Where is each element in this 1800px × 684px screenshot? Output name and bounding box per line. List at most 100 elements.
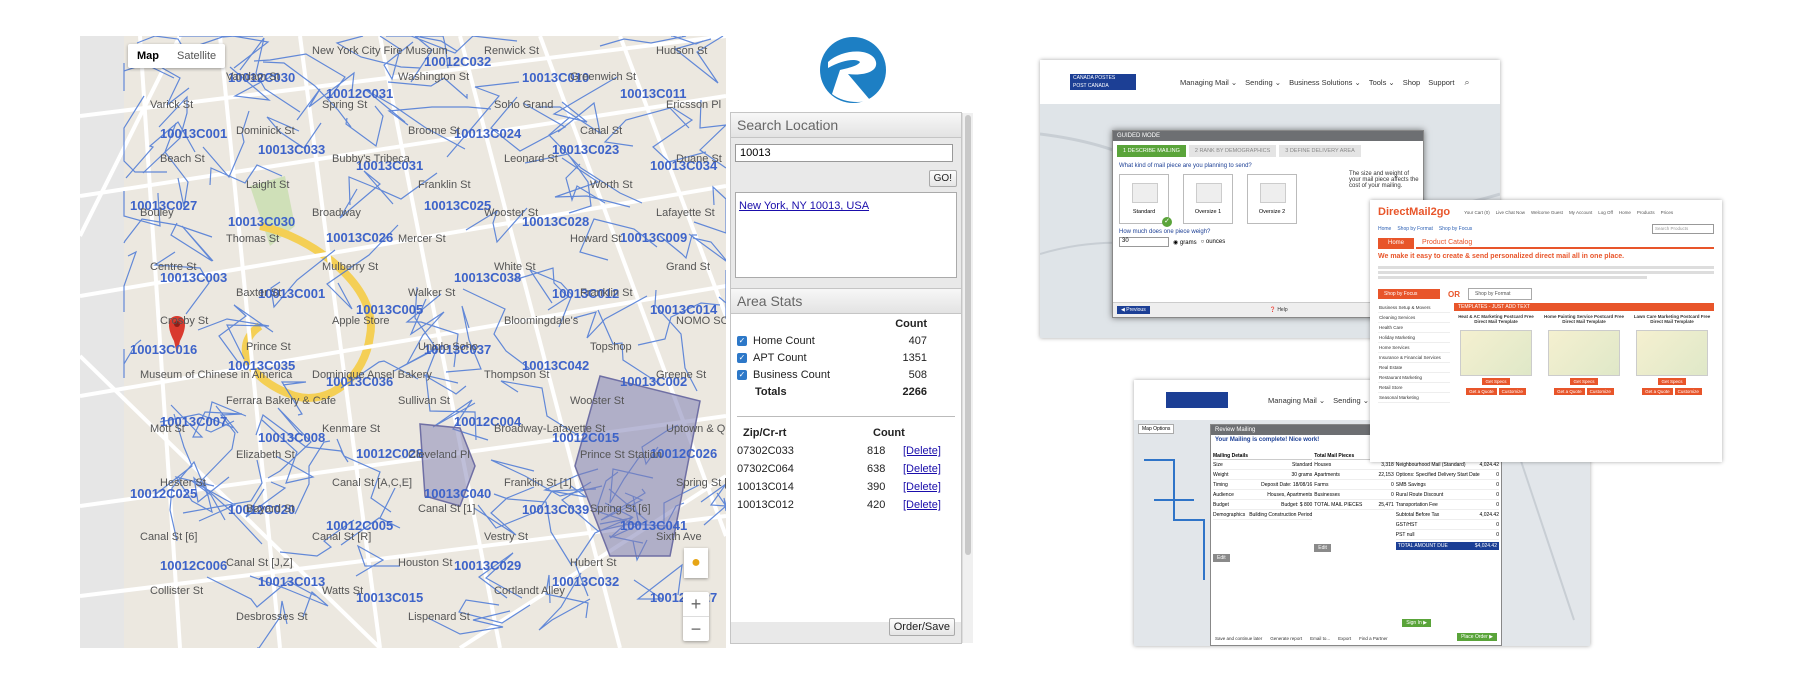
cp2-nav-item[interactable]: Sending ⌄: [1333, 396, 1369, 405]
get-quote-button[interactable]: Get a Quote: [1642, 388, 1673, 395]
dm-category-item[interactable]: Business Setup & Movers: [1378, 303, 1450, 313]
edit-button[interactable]: Edit: [1314, 544, 1331, 552]
delete-link[interactable]: [Delete]: [903, 463, 941, 475]
footer-action[interactable]: Save and continue later: [1215, 636, 1262, 641]
zip-route-label[interactable]: 10013C001: [160, 126, 227, 141]
dm-category-item[interactable]: Health Care: [1378, 323, 1450, 333]
dm-top-link[interactable]: Your Cart (0): [1464, 210, 1490, 215]
step-tab[interactable]: 1 DESCRIBE MAILING: [1117, 145, 1186, 157]
ounces-radio[interactable]: ○ ounces: [1201, 239, 1226, 245]
get-specs-button[interactable]: Get Specs: [1482, 378, 1510, 385]
zoom-in-button[interactable]: +: [683, 592, 709, 616]
footer-action[interactable]: Email to...: [1310, 636, 1330, 641]
go-button[interactable]: GO!: [928, 170, 957, 187]
search-icon[interactable]: ⌕: [1465, 77, 1470, 88]
footer-action[interactable]: Generate report: [1270, 636, 1302, 641]
dm-product-card[interactable]: Home Painting Service Postcard Free Dire…: [1542, 314, 1626, 395]
dm-category-item[interactable]: Cleaning Services: [1378, 313, 1450, 323]
shop-by-focus-dropdown[interactable]: Shop by Focus: [1378, 289, 1440, 299]
dm-top-link[interactable]: Live Chat Now: [1496, 210, 1525, 215]
get-quote-button[interactable]: Get a Quote: [1554, 388, 1585, 395]
dm-top-link[interactable]: Prices: [1661, 210, 1674, 215]
weight-input[interactable]: 30: [1119, 237, 1169, 247]
sign-in-button[interactable]: Sign In ▶: [1402, 619, 1431, 627]
dm-nav-link[interactable]: Shop by Focus: [1439, 226, 1472, 232]
cp-nav-item[interactable]: Business Solutions ⌄: [1289, 78, 1361, 87]
dm-product-card[interactable]: Lawn Care Marketing Postcard Free Direct…: [1630, 314, 1714, 395]
delete-link[interactable]: [Delete]: [903, 499, 941, 511]
customize-button[interactable]: Customize: [1498, 388, 1526, 395]
zip-route-label[interactable]: 10013C030: [228, 214, 295, 229]
edit-button[interactable]: Edit: [1213, 554, 1230, 562]
checkbox[interactable]: ✓: [737, 336, 747, 346]
search-input[interactable]: 10013: [735, 144, 953, 162]
zip-route-label[interactable]: 10013C013: [258, 574, 325, 589]
zip-route-label[interactable]: 10013C033: [258, 142, 325, 157]
map-type-satellite-button[interactable]: Satellite: [168, 44, 225, 68]
order-save-button[interactable]: Order/Save: [888, 618, 955, 636]
zip-route-label[interactable]: 10013C023: [552, 142, 619, 157]
zip-route-label[interactable]: 10013C008: [258, 430, 325, 445]
zip-route-label[interactable]: 10012C006: [160, 558, 227, 573]
mail-piece-option[interactable]: Oversize 1: [1183, 174, 1233, 224]
street-map[interactable]: 10012C02910012C03010012C03110012C0321001…: [80, 36, 726, 648]
map-view[interactable]: 10012C02910012C03010012C03110012C0321001…: [80, 36, 726, 648]
zip-route-label[interactable]: 10013C025: [424, 198, 491, 213]
map-options-button[interactable]: Map Options: [1138, 424, 1175, 434]
search-result-link[interactable]: New York, NY 10013, USA: [739, 200, 869, 212]
dm-category-item[interactable]: Insurance & Financial Services: [1378, 353, 1450, 363]
step-tab[interactable]: 2 RANK BY DEMOGRAPHICS: [1188, 145, 1277, 157]
cp-nav-item[interactable]: Sending ⌄: [1245, 78, 1281, 87]
dm-category-item[interactable]: Real Estate: [1378, 363, 1450, 373]
dm-category-item[interactable]: Home Services: [1378, 343, 1450, 353]
checkbox[interactable]: ✓: [737, 370, 747, 380]
scrollbar[interactable]: [962, 113, 973, 643]
dm-tab-catalog[interactable]: Product Catalog: [1416, 238, 1714, 249]
dm-category-item[interactable]: Holiday Marketing: [1378, 333, 1450, 343]
mail-piece-option[interactable]: Oversize 2: [1247, 174, 1297, 224]
dm-top-link[interactable]: My Account: [1569, 210, 1592, 215]
zip-route-label[interactable]: 10013C039: [522, 502, 589, 517]
zip-route-label[interactable]: 10013C026: [326, 230, 393, 245]
customize-button[interactable]: Customize: [1586, 388, 1614, 395]
dm-top-link[interactable]: Log Off: [1598, 210, 1613, 215]
mail-piece-option[interactable]: Standard ✓: [1119, 174, 1172, 227]
zip-route-label[interactable]: 10013C016: [130, 342, 197, 357]
grams-radio[interactable]: ◉ grams: [1173, 239, 1197, 246]
zip-route-label[interactable]: 10013C015: [356, 590, 423, 605]
footer-action[interactable]: Export: [1338, 636, 1351, 641]
zoom-out-button[interactable]: −: [683, 616, 709, 641]
dm-search-input[interactable]: Search Products: [1652, 224, 1714, 234]
footer-action[interactable]: Find a Partner: [1359, 636, 1388, 641]
checkbox[interactable]: ✓: [737, 353, 747, 363]
dm-top-link[interactable]: Home: [1619, 210, 1631, 215]
cp-nav-item[interactable]: Shop: [1403, 78, 1421, 87]
step-tab[interactable]: 3 DEFINE DELIVERY AREA: [1279, 145, 1361, 157]
get-quote-button[interactable]: Get a Quote: [1466, 388, 1497, 395]
help-link[interactable]: ❓ Help: [1270, 307, 1288, 313]
get-specs-button[interactable]: Get Specs: [1658, 378, 1686, 385]
cp-nav-item[interactable]: Tools ⌄: [1369, 78, 1395, 87]
previous-button[interactable]: ◀ Previous: [1117, 306, 1150, 314]
dm-category-item[interactable]: Retail Store: [1378, 383, 1450, 393]
dm-top-link[interactable]: Products: [1637, 210, 1655, 215]
zip-route-label[interactable]: 10013C040: [424, 486, 491, 501]
cp2-nav-item[interactable]: Managing Mail ⌄: [1268, 396, 1325, 405]
map-type-map-button[interactable]: Map: [128, 44, 168, 68]
place-order-button[interactable]: Place Order ▶: [1457, 633, 1497, 641]
zip-route-label[interactable]: 10013C024: [454, 126, 522, 141]
get-specs-button[interactable]: Get Specs: [1570, 378, 1598, 385]
delete-link[interactable]: [Delete]: [903, 481, 941, 493]
dm-category-item[interactable]: Seasonal Marketing: [1378, 393, 1450, 403]
street-view-pegman-icon[interactable]: ●: [684, 548, 708, 578]
dm-product-card[interactable]: Heat & AC Marketing Postcard Free Direct…: [1454, 314, 1538, 395]
customize-button[interactable]: Customize: [1674, 388, 1702, 395]
shop-by-format-dropdown[interactable]: Shop by Format: [1468, 288, 1532, 300]
zip-route-label[interactable]: 10013C009: [620, 230, 687, 245]
cp-nav-item[interactable]: Managing Mail ⌄: [1180, 78, 1237, 87]
delete-link[interactable]: [Delete]: [903, 445, 941, 457]
dm-category-item[interactable]: Restaurant Marketing: [1378, 373, 1450, 383]
dm-top-link[interactable]: Welcome Guest: [1531, 210, 1563, 215]
dm-nav-link[interactable]: Home: [1378, 226, 1391, 232]
dm-tab-home[interactable]: Home: [1378, 238, 1415, 249]
